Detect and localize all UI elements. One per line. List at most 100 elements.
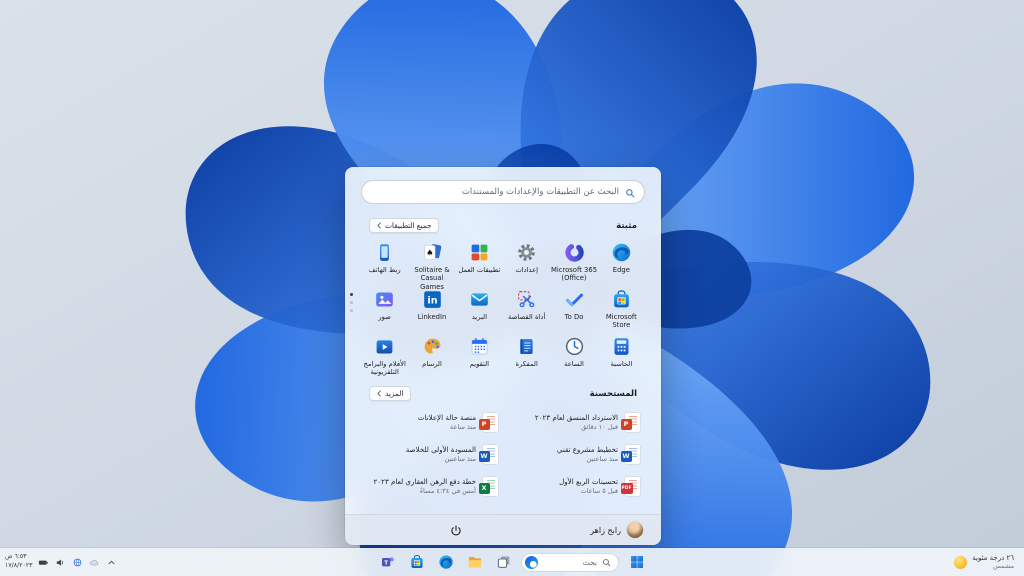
pinned-app[interactable]: ♠Solitaire & Casual Games bbox=[408, 238, 455, 285]
page-dot bbox=[350, 301, 353, 304]
pinned-app[interactable]: إعدادات bbox=[503, 238, 550, 285]
file-tile: X bbox=[479, 483, 490, 494]
recommended-title: خطة دفع الرهن العقاري لعام ٢٠٢٣ bbox=[374, 477, 476, 486]
file-tile: W bbox=[479, 451, 490, 462]
volume-icon[interactable] bbox=[54, 556, 66, 568]
todo-icon bbox=[564, 289, 585, 310]
linkedin-icon: in bbox=[422, 289, 443, 310]
pinned-app[interactable]: To Do bbox=[550, 285, 597, 332]
start-menu-footer: رابح زاهر bbox=[345, 514, 661, 545]
recommended-title: الاسترداد المنسق لعام ٢٠٢٣ bbox=[535, 413, 618, 422]
recommended-title: منصة حالة الإعلانات bbox=[418, 413, 476, 422]
chevron-left-icon bbox=[377, 390, 381, 397]
pinned-app[interactable]: Edge bbox=[598, 238, 645, 285]
app-label: Microsoft Store bbox=[598, 313, 645, 330]
file-tile: P bbox=[479, 419, 490, 430]
user-profile-button[interactable]: رابح زاهر bbox=[590, 522, 643, 538]
clock-icon bbox=[564, 336, 585, 357]
recommended-section-title: المستحسنة bbox=[590, 389, 637, 399]
powerpoint-file-icon: P bbox=[483, 413, 498, 432]
notepad-icon bbox=[516, 336, 537, 357]
start-search-input[interactable]: البحث عن التطبيقات والإعدادات والمستندات bbox=[361, 180, 645, 204]
recommended-subtitle: منذ ساعة bbox=[418, 423, 476, 431]
more-label: المزيد bbox=[385, 389, 403, 398]
weather-temperature: ٢٦ درجة مئوية bbox=[972, 554, 1014, 563]
recommended-title: المسودة الأولى للخلاصة bbox=[406, 445, 476, 454]
svg-text:♠: ♠ bbox=[426, 248, 433, 258]
word-file-icon: W bbox=[483, 445, 498, 464]
app-label: ربط الهاتف bbox=[369, 266, 401, 274]
excel-file-icon: X bbox=[483, 477, 498, 496]
chevron-up-icon[interactable] bbox=[105, 556, 117, 568]
power-button[interactable] bbox=[449, 524, 463, 538]
solitaire-icon: ♠ bbox=[422, 242, 443, 263]
all-apps-button[interactable]: جميع التطبيقات bbox=[369, 218, 439, 233]
teams-taskbar-button[interactable]: T bbox=[376, 551, 399, 574]
network-icon[interactable] bbox=[71, 556, 83, 568]
settings-icon bbox=[516, 242, 537, 263]
file-explorer-button[interactable] bbox=[463, 551, 486, 574]
app-label: الرسام bbox=[422, 360, 442, 368]
pinned-app[interactable]: ربط الهاتف bbox=[361, 238, 408, 285]
recommended-subtitle: منذ ساعتين bbox=[406, 455, 476, 463]
calendar-icon bbox=[469, 336, 490, 357]
more-button[interactable]: المزيد bbox=[369, 386, 411, 401]
recommended-item[interactable]: Pمنصة حالة الإعلاناتمنذ ساعة bbox=[361, 406, 503, 438]
paint-icon bbox=[422, 336, 443, 357]
weather-widget[interactable]: ٢٦ درجة مئوية مشمس bbox=[950, 548, 1018, 576]
pinned-app[interactable]: Microsoft 365 (Office) bbox=[550, 238, 597, 285]
taskbar-search-input[interactable]: بحث bbox=[521, 553, 619, 572]
task-view-button[interactable] bbox=[492, 551, 515, 574]
app-label: LinkedIn bbox=[418, 313, 447, 321]
chevron-left-icon bbox=[377, 222, 381, 229]
recommended-item[interactable]: Pالاسترداد المنسق لعام ٢٠٢٣قبل ١٠ دقائق bbox=[503, 406, 645, 438]
pinned-app[interactable]: أداة القصاصة bbox=[503, 285, 550, 332]
pinned-app[interactable]: الرسام bbox=[408, 332, 455, 379]
weather-condition: مشمس bbox=[972, 562, 1014, 570]
pinned-app[interactable]: تطبيقات العمل bbox=[456, 238, 503, 285]
clock-time: ٦:٥٣ ص bbox=[5, 553, 32, 562]
page-dot bbox=[350, 309, 353, 312]
pinned-app[interactable]: الأفلام والبرامج التلفزيونية bbox=[361, 332, 408, 379]
page-dot-active bbox=[350, 293, 353, 296]
taskbar-search-label: بحث bbox=[583, 558, 597, 567]
recommended-subtitle: منذ ساعتين bbox=[557, 455, 618, 463]
battery-icon[interactable] bbox=[37, 556, 49, 568]
edge-icon bbox=[611, 242, 632, 263]
photos-icon bbox=[374, 289, 395, 310]
onedrive-icon[interactable] bbox=[88, 556, 100, 568]
app-label: التقويم bbox=[470, 360, 489, 368]
pinned-app[interactable]: in LinkedIn bbox=[408, 285, 455, 332]
app-label: الأفلام والبرامج التلفزيونية bbox=[361, 360, 408, 377]
app-label: Edge bbox=[613, 266, 630, 274]
edge-taskbar-button[interactable] bbox=[434, 551, 457, 574]
pinned-app[interactable]: التقويم bbox=[456, 332, 503, 379]
app-label: البريد bbox=[472, 313, 487, 321]
clock-date: ١٧/٨/٢٠٢٣ bbox=[5, 562, 32, 571]
search-placeholder: البحث عن التطبيقات والإعدادات والمستندات bbox=[462, 187, 619, 197]
microsoft-store-icon bbox=[611, 289, 632, 310]
recommended-item[interactable]: PDFتحسينات الربع الأولقبل ٥ ساعات bbox=[503, 470, 645, 502]
file-tile: P bbox=[621, 419, 632, 430]
mail-icon bbox=[469, 289, 490, 310]
pinned-app[interactable]: الساعة bbox=[550, 332, 597, 379]
search-highlights-icon bbox=[525, 556, 538, 569]
app-label: To Do bbox=[565, 313, 584, 321]
taskbar-clock[interactable]: ٦:٥٣ ص ١٧/٨/٢٠٢٣ bbox=[5, 553, 32, 570]
start-button[interactable] bbox=[625, 551, 648, 574]
microsoft-store-taskbar-button[interactable] bbox=[405, 551, 428, 574]
recommended-item[interactable]: Wالمسودة الأولى للخلاصةمنذ ساعتين bbox=[361, 438, 503, 470]
app-label: تطبيقات العمل bbox=[458, 266, 500, 274]
recommended-subtitle: قبل ١٠ دقائق bbox=[535, 423, 618, 431]
recommended-item[interactable]: Wتخطيط مشروع تقنيمنذ ساعتين bbox=[503, 438, 645, 470]
pinned-app[interactable]: الحاسبة bbox=[598, 332, 645, 379]
recommended-subtitle: أمس في ٤:٣٤ مساءً bbox=[374, 487, 476, 495]
pinned-app[interactable]: البريد bbox=[456, 285, 503, 332]
recommended-item[interactable]: Xخطة دفع الرهن العقاري لعام ٢٠٢٣أمس في ٤… bbox=[361, 470, 503, 502]
pinned-app[interactable]: صور bbox=[361, 285, 408, 332]
desktop: البحث عن التطبيقات والإعدادات والمستندات… bbox=[0, 0, 1024, 576]
pinned-section-title: مثبتة bbox=[616, 221, 637, 231]
search-icon bbox=[602, 558, 611, 567]
pinned-app[interactable]: المفكرة bbox=[503, 332, 550, 379]
pinned-app[interactable]: Microsoft Store bbox=[598, 285, 645, 332]
